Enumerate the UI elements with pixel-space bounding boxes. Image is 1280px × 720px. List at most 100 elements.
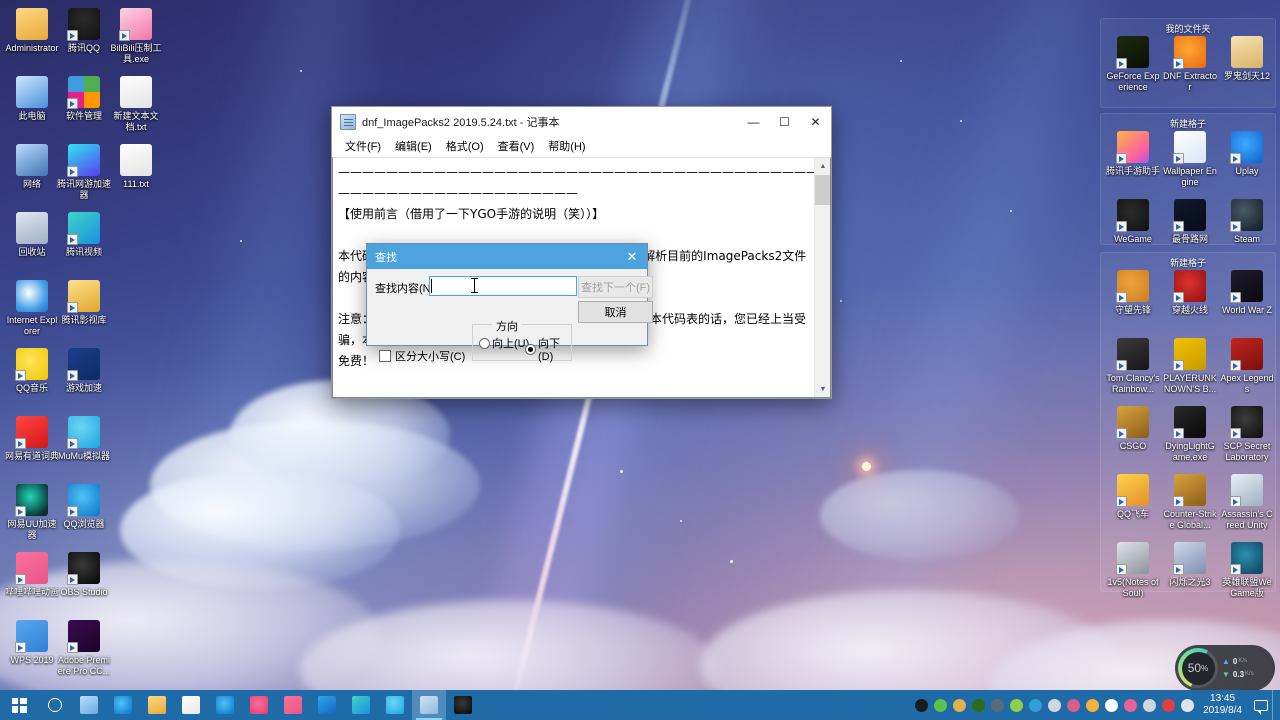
network-tray-icon[interactable] — [1046, 695, 1063, 715]
volume-tray-icon[interactable] — [1103, 695, 1120, 715]
desktop-icon-user-folder-icon[interactable]: Administrator — [5, 8, 59, 54]
desktop-icon-text-file-icon[interactable]: 新建文本文档.txt — [109, 76, 163, 132]
find-what-input[interactable] — [429, 276, 577, 296]
find-dialog[interactable]: 查找 ✕ 查找内容(N): 区分大小写(C) 方向 向上(U) 向下(D) 查找… — [366, 243, 653, 363]
start-button[interactable] — [0, 690, 38, 720]
desktop-icon-geforce-experience-icon[interactable]: GeForce Experience — [1106, 36, 1160, 92]
key-tray-icon[interactable] — [1141, 695, 1158, 715]
show-desktop-button[interactable] — [1272, 690, 1278, 720]
desktop-icon-qq-browser-icon[interactable]: QQ浏览器 — [57, 484, 111, 530]
taskbar-item-foxmail[interactable] — [310, 690, 344, 720]
app-7z-tray-icon[interactable] — [1065, 695, 1082, 715]
radio-icon[interactable] — [479, 337, 490, 349]
taskbar-item-tencent-meeting[interactable] — [242, 690, 276, 720]
cancel-button[interactable]: 取消 — [578, 301, 653, 323]
desktop-icon-anime-game-icon[interactable]: 闪烁之光3 — [1163, 542, 1217, 588]
desktop-icon-tencent-video-icon[interactable]: 腾讯视频 — [57, 212, 111, 258]
menu-edit[interactable]: 编辑(E) — [388, 136, 439, 156]
desktop-icon-text-file-icon[interactable]: 111.txt — [109, 144, 163, 190]
desktop-icon-apex-legends-icon[interactable]: Apex Legends — [1220, 338, 1274, 394]
desktop-icon-internet-explorer-icon[interactable]: Internet Explorer — [5, 280, 59, 336]
desktop-icon-rainbow-six-icon[interactable]: Tom Clancy's Rainbow... — [1106, 338, 1160, 394]
desktop-icon-obs-studio-icon[interactable]: OBS Studio — [57, 552, 111, 598]
radio-icon-selected[interactable] — [525, 343, 536, 355]
taskbar-item-mumu-emulator[interactable] — [378, 690, 412, 720]
desktop-icon-zuigulu-net-icon[interactable]: 最骨路网 — [1163, 199, 1217, 245]
menu-format[interactable]: 格式(O) — [439, 136, 491, 156]
taskbar-item-tencent-video[interactable] — [344, 690, 378, 720]
checkbox-icon[interactable] — [379, 350, 391, 362]
desktop-icon-uplay-icon[interactable]: Uplay — [1220, 131, 1274, 177]
folder-tray-icon[interactable] — [951, 695, 968, 715]
taskbar-item-notepad[interactable] — [412, 690, 446, 720]
desktop-icon-premiere-pro-icon[interactable]: Adobe Premiere Pro CC... — [57, 620, 111, 676]
desktop-icon-mumu-emulator-icon[interactable]: MuMu模拟器 — [57, 416, 111, 462]
desktop-icon-csgo-icon[interactable]: CSGO — [1106, 406, 1160, 452]
desktop-icon-world-war-z-icon[interactable]: World War Z — [1220, 270, 1274, 316]
obs-tray-icon[interactable] — [913, 695, 930, 715]
desktop-icon-tencent-gamebuddy-icon[interactable]: 腾讯手游助手 — [1106, 131, 1160, 177]
desktop-icon-crossfire-icon[interactable]: 穿越火线 — [1163, 270, 1217, 316]
accelerator-tray-icon[interactable] — [1008, 695, 1025, 715]
desktop-icon-tencent-game-accelerator-icon[interactable]: 腾讯网游加速器 — [57, 144, 111, 200]
desktop-icon-wps-icon[interactable]: WPS 2019 — [5, 620, 59, 666]
find-next-button[interactable]: 查找下一个(F) — [578, 276, 653, 298]
taskbar-item-microsoft-store[interactable] — [174, 690, 208, 720]
maximize-button[interactable]: ☐ — [769, 107, 800, 136]
monitor-tray-icon[interactable] — [989, 695, 1006, 715]
desktop-icon-game-accelerator-icon[interactable]: 游戏加速 — [57, 348, 111, 394]
desktop-icon-league-of-legends-icon[interactable]: 英雄联盟WeGame版 — [1220, 542, 1274, 598]
scrollbar-thumb[interactable] — [815, 175, 830, 205]
find-dialog-titlebar[interactable]: 查找 ✕ — [367, 244, 647, 269]
desktop-icon-tencent-media-folder-icon[interactable]: 腾讯影视库 — [57, 280, 111, 326]
desktop-icon-steam-icon[interactable]: Steam — [1220, 199, 1274, 245]
taskbar-clock[interactable]: 13:45 2019/8/4 — [1197, 693, 1250, 717]
direction-up-radio[interactable]: 向上(U) — [479, 335, 529, 351]
cortana-search-button[interactable] — [38, 690, 72, 720]
direction-down-radio[interactable]: 向下(D) — [525, 335, 571, 363]
nvidia-tray-icon[interactable] — [970, 695, 987, 715]
desktop-icon-notes-of-soul-icon[interactable]: 1v5(Notes of Soul) — [1106, 542, 1160, 598]
desktop-icon-this-pc-icon[interactable]: 此电脑 — [5, 76, 59, 122]
taskbar-item-obs-studio[interactable] — [446, 690, 480, 720]
scroll-down-icon[interactable]: ▼ — [815, 381, 830, 397]
desktop-icon-youdao-dict-icon[interactable]: 网易有道词典 — [5, 416, 59, 462]
desktop-icon-dnf-extractor-icon[interactable]: DNF Extractor — [1163, 36, 1217, 92]
desktop-icon-counter-strike-icon[interactable]: Counter-Strike Global... — [1163, 474, 1217, 530]
wps-tray-icon[interactable] — [1179, 695, 1196, 715]
desktop-icon-bilibili-icon[interactable]: 哔哩哔哩动画 — [5, 552, 59, 598]
taskbar-item-task-view[interactable] — [72, 690, 106, 720]
desktop-icon-assassins-creed-icon[interactable]: Assassin's Creed Unity — [1220, 474, 1274, 530]
find-dialog-close-icon[interactable]: ✕ — [617, 244, 647, 269]
qq-tray-icon[interactable] — [1122, 695, 1139, 715]
desktop-icon-wallpaper-engine-icon[interactable]: Wallpaper Engine — [1163, 131, 1217, 187]
desktop-icon-qq-penguin-icon[interactable]: 腾讯QQ — [57, 8, 111, 54]
desktop-icon-recycle-bin-icon[interactable]: 回收站 — [5, 212, 59, 258]
notepad-titlebar[interactable]: dnf_ImagePacks2 2019.5.24.txt - 记事本 — ☐ … — [332, 107, 831, 136]
window-controls[interactable]: — ☐ ✕ — [738, 107, 831, 136]
close-button[interactable]: ✕ — [800, 107, 831, 136]
desktop-icon-pubg-icon[interactable]: PLAYERUNKNOWN'S B... — [1163, 338, 1217, 394]
net-speed-widget[interactable]: 50% ▲ 0 K/s ▼ 0.3 K/s — [1175, 645, 1275, 691]
scroll-up-icon[interactable]: ▲ — [815, 158, 830, 174]
media-player-tray-icon[interactable] — [932, 695, 949, 715]
desktop-fence[interactable]: 新建格子 守望先锋 穿越火线 World War Z Tom Clancy's Rain… — [1100, 252, 1276, 598]
desktop-icon-qq-speed-icon[interactable]: QQ飞车 — [1106, 474, 1160, 520]
menu-view[interactable]: 查看(V) — [491, 136, 542, 156]
desktop-icon-book-folder-icon[interactable]: 罗鬼剑天12 — [1220, 36, 1274, 82]
desktop-icon-dying-light-icon[interactable]: DyingLightGame.exe — [1163, 406, 1217, 462]
taskbar-item-microsoft-edge[interactable] — [106, 690, 140, 720]
notepad-scrollbar[interactable]: ▲ ▼ — [814, 158, 830, 397]
menu-help[interactable]: 帮助(H) — [541, 136, 592, 156]
action-center-button[interactable] — [1250, 690, 1272, 720]
desktop-icon-bilibili-girl-icon[interactable]: BiliBili压制工具.exe — [109, 8, 163, 64]
desktop-fence[interactable]: 我的文件夹 GeForce Experience DNF Extractor 罗鬼剑天… — [1100, 18, 1276, 108]
youdao-tray-icon[interactable] — [1160, 695, 1177, 715]
match-case-checkbox[interactable]: 区分大小写(C) — [379, 348, 465, 364]
taskbar-items[interactable] — [72, 690, 480, 720]
desktop[interactable]: Administrator 腾讯QQ BiliBili压制工具.exe 此电脑 软件管理… — [0, 0, 1280, 720]
taskbar-item-file-explorer[interactable] — [140, 690, 174, 720]
yellow-face-tray-icon[interactable] — [1084, 695, 1101, 715]
desktop-icon-qq-music-icon[interactable]: QQ音乐 — [5, 348, 59, 394]
menu-file[interactable]: 文件(F) — [338, 136, 388, 156]
